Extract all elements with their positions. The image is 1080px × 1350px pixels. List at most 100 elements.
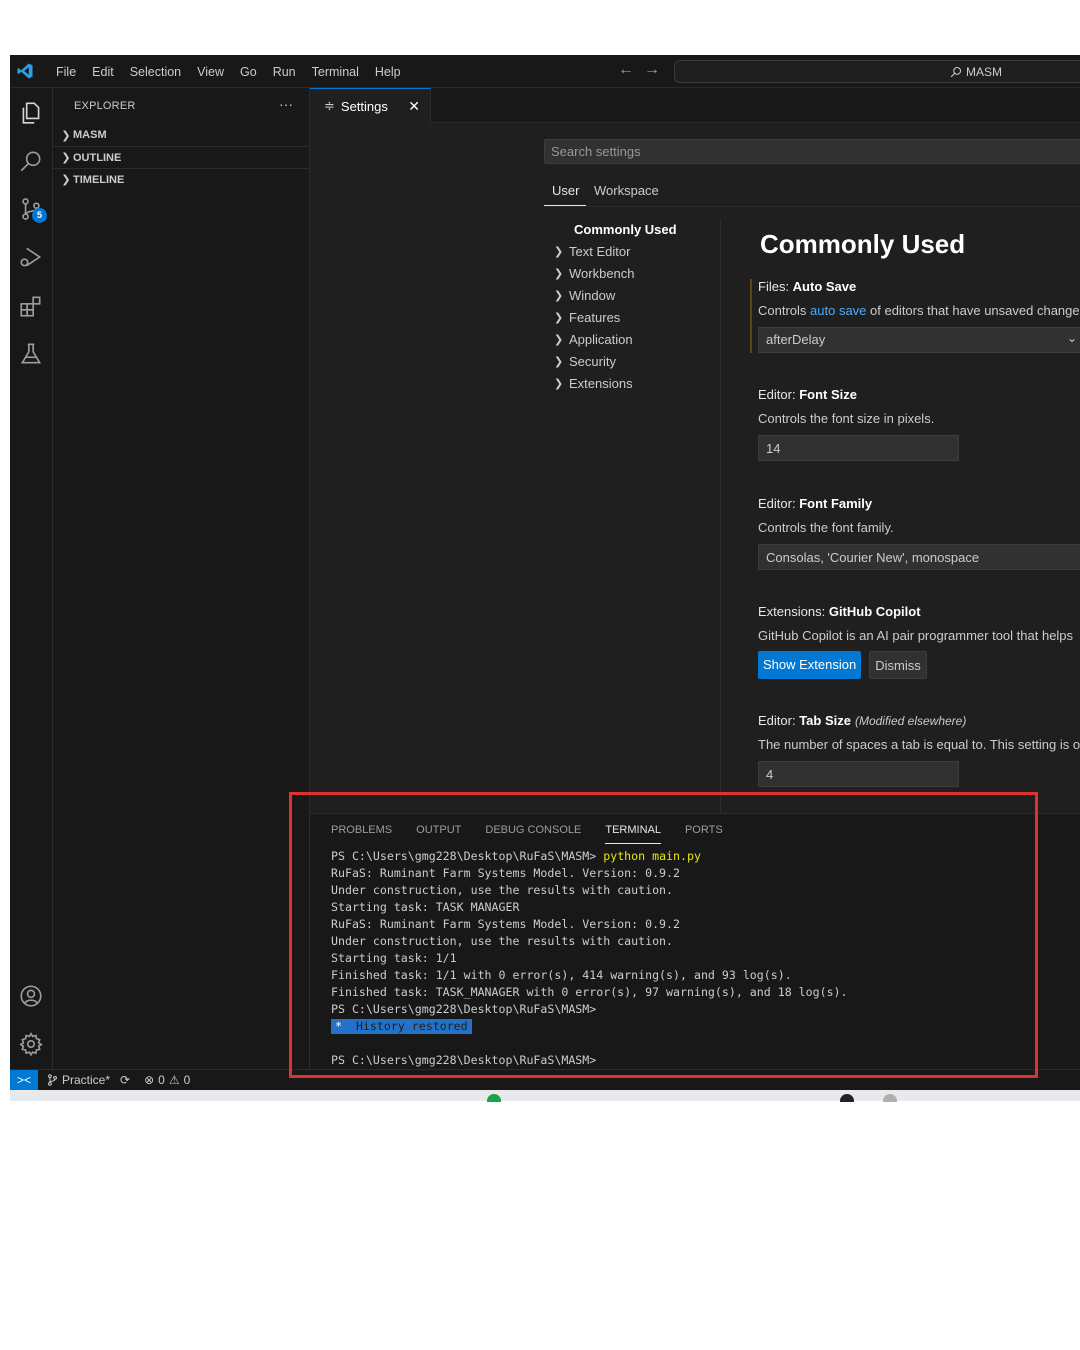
select-value: afterDelay [766,332,826,347]
copilot-buttons: Show Extension Dismiss [758,651,1080,679]
setting-title: Editor: Tab Size (Modified elsewhere) [758,713,1080,728]
menu-bar: File Edit Selection View Go Run Terminal… [48,55,409,88]
nav-arrows: ←→ [618,61,670,79]
toc-label: Application [569,332,633,347]
run-debug-icon[interactable] [18,244,44,270]
more-actions-icon[interactable]: ··· [279,96,293,112]
font-family-input[interactable]: Consolas, 'Courier New', monospace [758,544,1080,570]
section-masm[interactable]: ❯ MASM [53,124,310,146]
tab-settings[interactable]: ≑ Settings ✕ [310,88,431,123]
chevron-right-icon: ❯ [554,378,564,390]
setting-name: GitHub Copilot [828,604,921,619]
taskbar-app-icon [487,1094,501,1102]
modified-elsewhere-note[interactable]: (Modified elsewhere) [855,714,966,728]
explorer-files-icon[interactable] [18,100,44,126]
explorer-title: EXPLORER [74,100,136,112]
setting-description: Controls auto save of editors that have … [758,303,1080,318]
setting-title: Extensions: GitHub Copilot [758,604,1080,619]
toc-label: Features [569,310,621,325]
setting-name: Auto Save [792,279,857,294]
taskbar-strip [10,1090,1080,1101]
warning-count[interactable]: 0 [184,1073,191,1087]
menu-edit[interactable]: Edit [84,65,122,79]
section-label: TIMELINE [73,173,125,186]
section-outline[interactable]: ❯ OUTLINE [53,146,310,168]
toc-label: Commonly Used [574,222,677,237]
chevron-down-icon: ⌄ [1066,331,1077,345]
setting-auto-save: Files: Auto Save Controls auto save of e… [750,279,1080,353]
toc-workbench[interactable]: ❯ Workbench [554,263,724,285]
setting-title: Editor: Font Family [758,496,1080,511]
desc-text: of editors that have unsaved changes [866,303,1080,318]
toc-features[interactable]: ❯ Features [554,307,724,329]
setting-category: Editor: [758,387,800,402]
close-icon[interactable]: ✕ [408,98,420,115]
setting-name: Font Size [799,387,857,402]
error-icon: ⊗ [144,1073,155,1087]
back-arrow-icon[interactable]: ← [618,61,644,78]
toc-text-editor[interactable]: ❯ Text Editor [554,241,724,263]
vscode-logo-icon [17,63,33,79]
chevron-right-icon: ❯ [61,129,71,142]
font-size-input[interactable]: 14 [758,435,959,461]
sync-icon[interactable]: ⟳ [120,1073,130,1087]
menu-run[interactable]: Run [265,65,304,79]
menu-file[interactable]: File [48,65,84,79]
source-control-badge: 5 [32,208,47,223]
menu-view[interactable]: View [189,65,232,79]
menu-go[interactable]: Go [232,65,265,79]
menu-terminal[interactable]: Terminal [304,65,367,79]
section-timeline[interactable]: ❯ TIMELINE [53,168,310,190]
toc-divider [720,219,721,819]
setting-description: Controls the font family. [758,520,894,535]
setting-category: Files: [758,279,793,294]
error-count[interactable]: 0 [158,1073,165,1087]
setting-category: Editor: [758,713,800,728]
warning-icon: ⚠ [168,1073,180,1087]
activity-bar: 5 [10,88,53,1072]
section-label: OUTLINE [73,151,122,164]
chevron-right-icon: ❯ [554,290,564,302]
setting-description: Controls the font size in pixels. [758,411,935,426]
modified-indicator [750,279,752,353]
setting-description: The number of spaces a tab is equal to. … [758,737,1080,752]
tab-size-input[interactable]: 4 [758,761,959,787]
settings-search-input[interactable]: Search settings [544,139,1080,164]
setting-font-size: Editor: Font Size Controls the font size… [758,387,1080,461]
toc-commonly-used[interactable]: Commonly Used [554,219,724,241]
setting-title: Files: Auto Save [758,279,1080,294]
dismiss-button[interactable]: Dismiss [869,651,927,679]
scope-workspace-tab[interactable]: Workspace [594,183,659,198]
command-center[interactable]: MASM [674,60,1080,83]
settings-sliders-icon: ≑ [324,98,335,113]
account-icon[interactable] [18,983,44,1009]
toc-extensions[interactable]: ❯ Extensions [554,373,724,395]
settings-heading: Commonly Used [760,229,966,259]
setting-category: Editor: [758,496,800,511]
menu-help[interactable]: Help [367,65,409,79]
testing-flask-icon[interactable] [18,341,44,367]
chevron-right-icon: ❯ [554,268,564,280]
auto-save-link[interactable]: auto save [810,303,866,318]
scope-active-underline [544,205,586,206]
auto-save-select[interactable]: afterDelay ⌄ [758,327,1080,353]
branch-name[interactable]: Practice* [62,1073,110,1087]
settings-gear-icon[interactable] [18,1031,44,1057]
setting-description: GitHub Copilot is an AI pair programmer … [758,628,1074,643]
toc-application[interactable]: ❯ Application [554,329,724,351]
status-items: Practice* ⟳ ⊗ 0 ⚠ 0 [47,1073,190,1087]
remote-indicator-icon[interactable]: >< [10,1070,38,1090]
menu-selection[interactable]: Selection [122,65,189,79]
forward-arrow-icon[interactable]: → [644,61,670,78]
git-branch-icon [48,1074,57,1086]
toc-label: Workbench [569,266,635,281]
toc-window[interactable]: ❯ Window [554,285,724,307]
toc-security[interactable]: ❯ Security [554,351,724,373]
show-extension-button[interactable]: Show Extension [758,651,862,679]
setting-name: Tab Size [799,713,851,728]
search-icon[interactable] [18,148,44,174]
extensions-icon[interactable] [18,293,44,319]
tab-label: Settings [340,98,388,114]
scope-user-tab[interactable]: User [552,183,579,198]
setting-category: Extensions: [758,604,829,619]
